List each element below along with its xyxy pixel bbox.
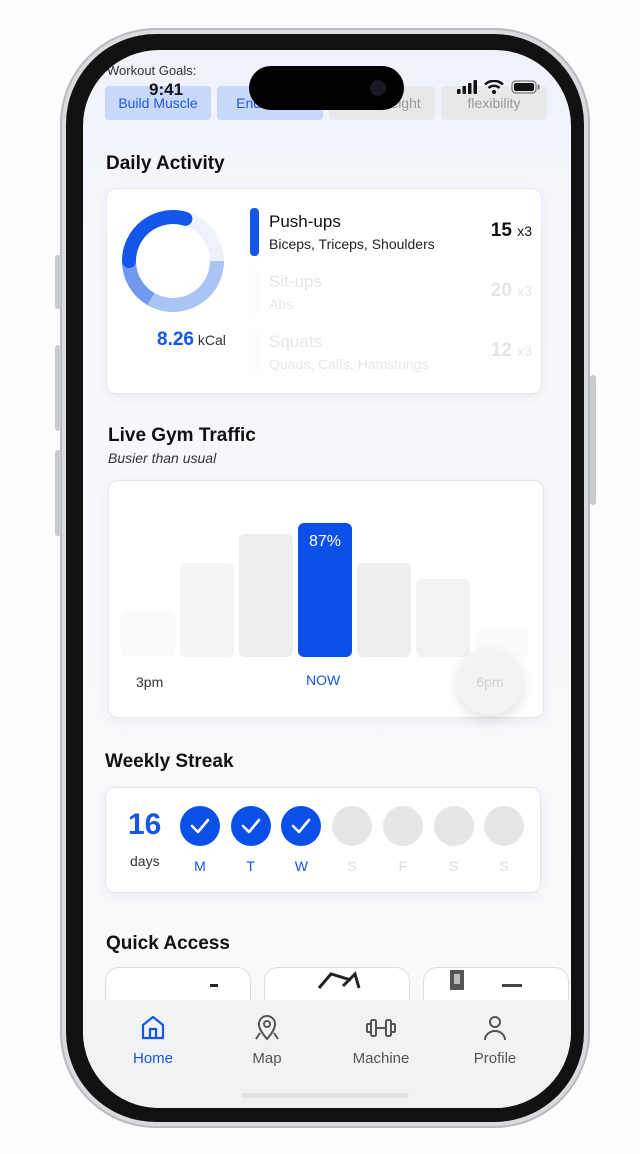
exercise-name: Sit-ups [269, 272, 322, 291]
tab-profile-label: Profile [473, 1050, 517, 1067]
exercise-muscles: Quads, Calfs, Hamstrings [269, 356, 429, 372]
daily-activity-card[interactable]: 8.26 kCal Push-ups Biceps, Triceps, Shou… [106, 188, 542, 394]
dynamic-island [249, 66, 404, 110]
exercise-indicator [250, 328, 259, 376]
battery-icon [511, 80, 540, 94]
kcal-unit: kCal [197, 332, 226, 348]
workout-goals-label: Workout Goals: [107, 63, 197, 78]
home-indicator [241, 1093, 409, 1098]
exercise-reps: 15 x3 [491, 220, 532, 242]
exercise-row-pushups[interactable]: Push-ups Biceps, Triceps, Shoulders 15 x… [250, 208, 532, 258]
streak-day-label: S [448, 858, 459, 874]
map-pin-icon [255, 1015, 279, 1041]
streak-day-label: W [294, 858, 308, 874]
exercise-reps: 12 x3 [491, 340, 532, 362]
streak-day[interactable]: M [180, 806, 220, 874]
exercise-row-situps[interactable]: Sit-ups Abs 20 x3 [250, 268, 532, 318]
streak-day[interactable]: T [230, 806, 271, 874]
signal-icon [457, 80, 477, 94]
streak-day[interactable]: S [332, 806, 373, 874]
exercise-muscles: Biceps, Triceps, Shoulders [269, 236, 435, 252]
traffic-label-start: 3pm [136, 674, 164, 690]
kcal-readout: 8.26 kCal [157, 329, 226, 351]
exercise-reps: 20 x3 [491, 280, 532, 302]
streak-day[interactable]: S [484, 806, 525, 874]
traffic-label-now: NOW [306, 672, 341, 688]
gym-traffic-card[interactable]: 87% 3pm NOW 6pm [108, 480, 544, 718]
traffic-bar [416, 579, 470, 657]
weekly-streak-title: Weekly Streak [105, 751, 234, 772]
streak-day-label: M [194, 858, 206, 874]
tab-machine[interactable]: Machine [336, 1014, 426, 1067]
tab-profile[interactable]: Profile [450, 1014, 540, 1067]
dumbbell-icon [366, 1019, 396, 1037]
daily-activity-title: Daily Activity [106, 153, 225, 174]
bottom-tab-bar: Home Map Machine Profile [83, 1000, 571, 1108]
action-button [55, 255, 61, 309]
empty-circle-icon [332, 806, 373, 846]
empty-circle-icon [382, 806, 423, 846]
empty-circle-icon [433, 806, 474, 846]
gym-traffic-title: Live Gym Traffic [108, 425, 256, 446]
sets-value: x3 [517, 223, 532, 239]
streak-day[interactable]: S [433, 806, 474, 874]
tab-machine-label: Machine [352, 1050, 410, 1067]
traffic-bar [357, 563, 411, 657]
traffic-bar [180, 563, 234, 657]
streak-day-label: F [398, 858, 408, 874]
machine-thumbnail [210, 984, 218, 987]
empty-circle-icon [484, 806, 525, 846]
streak-day-label: S [499, 858, 509, 874]
reps-value: 15 [490, 220, 512, 241]
machine-thumbnail [450, 970, 522, 990]
traffic-label-end: 6pm [476, 674, 504, 690]
exercise-muscles: Abs [269, 296, 294, 312]
check-circle-icon [230, 806, 271, 846]
reps-value: 12 [490, 340, 512, 361]
gym-traffic-subtitle: Busier than usual [108, 450, 217, 466]
volume-down-button [55, 450, 61, 536]
streak-day[interactable]: W [281, 806, 322, 874]
tab-home[interactable]: Home [108, 1014, 198, 1067]
reps-value: 20 [490, 280, 512, 301]
streak-day-label: T [246, 858, 255, 874]
quick-access-title: Quick Access [106, 933, 230, 954]
exercise-row-squats[interactable]: Squats Quads, Calfs, Hamstrings 12 x3 [250, 328, 532, 378]
streak-unit: days [130, 853, 160, 869]
exercise-indicator [250, 208, 259, 256]
streak-count: 16 [128, 808, 162, 841]
sets-value: x3 [517, 343, 532, 359]
exercise-indicator [250, 268, 259, 316]
streak-day-label: S [347, 858, 357, 874]
status-time: 9:41 [149, 80, 184, 99]
tab-home-label: Home [132, 1050, 173, 1067]
machine-thumbnail [317, 971, 361, 989]
power-button [590, 375, 596, 505]
check-circle-icon [281, 806, 322, 846]
tab-map[interactable]: Map [222, 1014, 312, 1067]
streak-day[interactable]: F [382, 806, 423, 874]
calorie-ring [122, 210, 224, 312]
weekly-streak-card[interactable]: 16 days M T W S F S S [105, 787, 541, 893]
tab-map-label: Map [252, 1050, 282, 1067]
traffic-bar-now: 87% [298, 523, 352, 657]
status-icons [457, 80, 541, 94]
app-screen: Workout Goals: 9:41 Build Muscle Enduran… [83, 50, 571, 1108]
traffic-time-bubble[interactable]: 6pm [457, 649, 523, 715]
sets-value: x3 [517, 283, 532, 299]
home-icon [141, 1015, 165, 1040]
exercise-name: Push-ups [269, 212, 341, 231]
traffic-bar [121, 610, 175, 657]
kcal-value: 8.26 [157, 329, 194, 350]
traffic-bar [239, 534, 293, 657]
traffic-now-value: 87% [308, 533, 342, 550]
wifi-icon [484, 80, 504, 94]
user-icon [484, 1016, 506, 1041]
volume-up-button [55, 345, 61, 431]
check-circle-icon [180, 806, 220, 846]
exercise-name: Squats [269, 332, 322, 351]
